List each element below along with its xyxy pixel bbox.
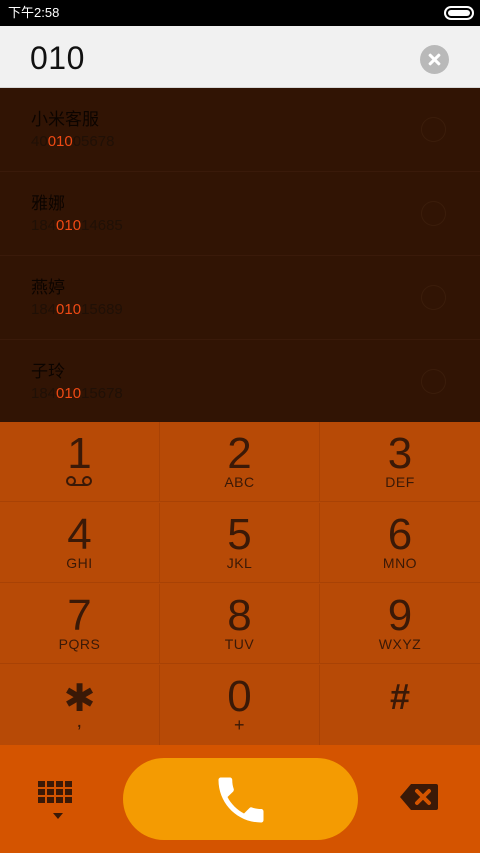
key-digit: # [389, 676, 411, 717]
contact-number: 18401014685 [31, 217, 123, 235]
contact-name: 小米客服 [31, 110, 99, 129]
key-letters: DEF [385, 474, 415, 490]
key-digit: 2 [227, 429, 252, 478]
contact-info-icon[interactable] [421, 117, 446, 142]
number-prefix: 40 [31, 133, 48, 150]
key-digit: 8 [227, 591, 252, 640]
key-8[interactable]: 8 TUV [160, 584, 320, 664]
key-digit: 6 [387, 510, 413, 559]
key-letters: TUV [224, 636, 255, 652]
key-letters: MNO [382, 555, 418, 571]
contact-info-icon[interactable] [421, 285, 446, 310]
contact-result-row[interactable]: 雅娜 18401014685 [0, 172, 480, 256]
number-prefix: 184 [31, 301, 57, 318]
dialpad-grid-icon[interactable] [38, 781, 78, 819]
key-0[interactable]: 0 + [160, 665, 320, 745]
contact-number: 18401015678 [31, 385, 123, 403]
number-match: 010 [56, 301, 82, 318]
number-prefix: 184 [31, 385, 57, 402]
contact-info-icon[interactable] [421, 201, 446, 226]
phone-icon [218, 777, 264, 823]
dialed-number-bar: 010 [0, 26, 480, 88]
key-2[interactable]: 2 ABC [160, 422, 320, 502]
key-9[interactable]: 9 WXYZ [320, 584, 480, 664]
number-match: 010 [56, 217, 82, 234]
contact-number: 18401015689 [31, 301, 123, 319]
contact-name: 燕婷 [31, 278, 65, 297]
number-match: 010 [56, 385, 82, 402]
key-hash[interactable]: # [320, 665, 480, 745]
key-letters: WXYZ [378, 636, 422, 652]
number-match: 010 [47, 133, 73, 150]
key-3[interactable]: 3 DEF [320, 422, 480, 502]
dialed-number-input[interactable]: 010 [30, 40, 85, 76]
dialer-action-bar [0, 745, 480, 853]
number-suffix: 15678 [81, 385, 123, 402]
status-bar: 下午2:58 [0, 0, 480, 26]
contact-name: 子玲 [31, 362, 65, 381]
key-digit: 5 [227, 510, 252, 559]
key-letters: GHI [66, 555, 93, 571]
contact-name: 雅娜 [31, 194, 65, 213]
contact-result-row[interactable]: 燕婷 18401015689 [0, 256, 480, 340]
key-letters: , [76, 710, 83, 732]
key-letters: + [233, 715, 245, 735]
call-button[interactable] [123, 758, 358, 840]
key-letters: ABC [224, 474, 255, 490]
key-star[interactable]: ✱ , [0, 665, 160, 745]
clear-input-button[interactable] [420, 45, 449, 74]
key-6[interactable]: 6 MNO [320, 503, 480, 583]
key-7[interactable]: 7 PQRS [0, 584, 160, 664]
number-suffix: 05678 [72, 133, 115, 150]
contact-result-row[interactable]: 小米客服 4001005678 [0, 88, 480, 172]
key-5[interactable]: 5 JKL [160, 503, 320, 583]
key-digit: 3 [387, 429, 413, 478]
key-digit: 4 [67, 510, 92, 559]
key-digit: 1 [67, 429, 92, 478]
key-4[interactable]: 4 GHI [0, 503, 160, 583]
battery-icon [444, 6, 474, 20]
key-digit: 7 [67, 591, 92, 640]
backspace-icon[interactable] [399, 782, 439, 812]
number-suffix: 15689 [81, 301, 123, 318]
key-1[interactable]: 1 [0, 422, 160, 502]
status-time: 下午2:58 [8, 5, 60, 20]
number-prefix: 184 [31, 217, 57, 234]
key-letters: PQRS [58, 636, 101, 652]
key-letters: JKL [226, 555, 253, 571]
contact-number: 4001005678 [31, 133, 114, 151]
contact-info-icon[interactable] [421, 369, 446, 394]
dial-keypad: 1 2 ABC 3 DEF 4 GHI 5 JKL 6 MNO 7 PQRS 8… [0, 422, 480, 745]
key-digit: 9 [387, 591, 413, 640]
contact-results-list: 小米客服 4001005678 雅娜 18401014685 燕婷 184010… [0, 88, 480, 422]
key-digit: 0 [227, 672, 252, 721]
voicemail-icon [66, 476, 92, 486]
number-suffix: 14685 [81, 217, 123, 234]
contact-result-row[interactable]: 子玲 18401015678 [0, 340, 480, 424]
